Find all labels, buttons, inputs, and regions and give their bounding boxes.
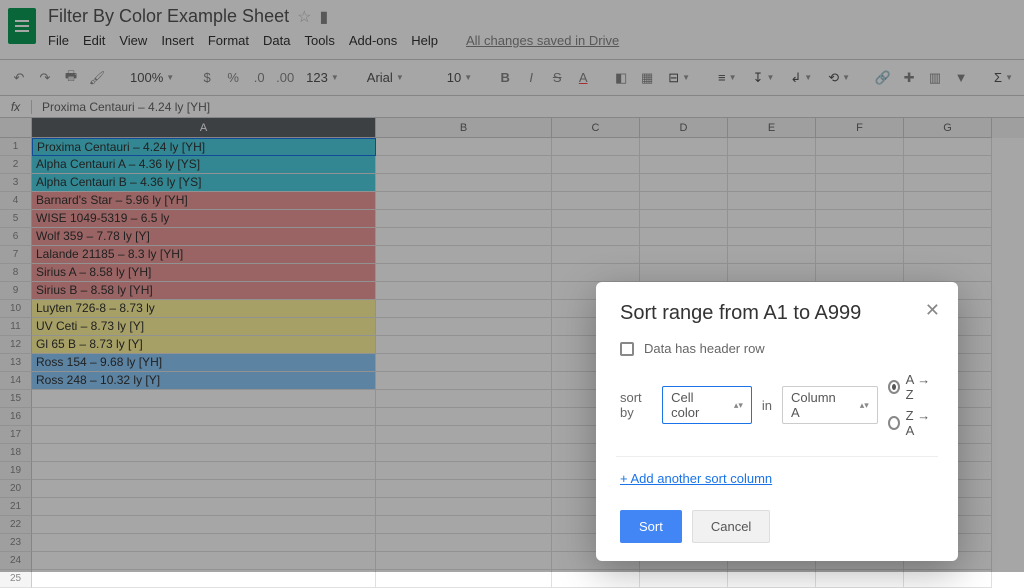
add-sort-column-link[interactable]: + Add another sort column	[620, 471, 772, 486]
column-select[interactable]: Column A▴▾	[782, 386, 878, 424]
in-label: in	[762, 398, 772, 413]
header-row-checkbox[interactable]	[620, 342, 634, 356]
cell[interactable]	[816, 570, 904, 588]
cell[interactable]	[904, 570, 992, 588]
radio-za[interactable]: Z → A	[888, 408, 934, 438]
cell[interactable]	[32, 570, 376, 588]
sort-range-dialog: Sort range from A1 to A999 ✕ Data has he…	[596, 282, 958, 561]
sort-by-select[interactable]: Cell color▴▾	[662, 386, 752, 424]
cell[interactable]	[640, 570, 728, 588]
dialog-title: Sort range from A1 to A999	[620, 302, 934, 325]
cancel-button[interactable]: Cancel	[692, 510, 770, 543]
radio-az[interactable]: A → Z	[888, 372, 934, 402]
cell[interactable]	[376, 570, 552, 588]
header-row-label: Data has header row	[644, 341, 765, 356]
sort-by-label: sort by	[620, 390, 652, 420]
cell[interactable]	[728, 570, 816, 588]
close-icon[interactable]: ✕	[925, 300, 940, 321]
row-header[interactable]: 25	[0, 570, 32, 588]
sort-button[interactable]: Sort	[620, 510, 682, 543]
cell[interactable]	[552, 570, 640, 588]
